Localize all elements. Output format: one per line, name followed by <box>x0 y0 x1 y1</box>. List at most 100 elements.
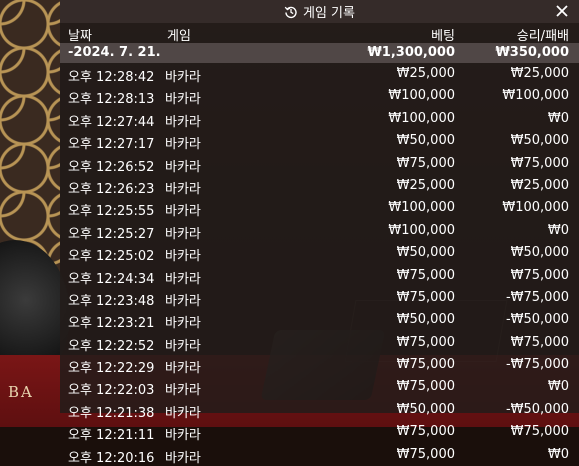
row-time: 오후 12:22:03 <box>68 383 155 399</box>
row-game: 바카라 <box>165 450 201 466</box>
table-header: 날짜 게임 베팅 승리/패배 <box>60 23 579 44</box>
date-group-label: -2024. 7. 21. <box>68 45 161 60</box>
panel-title-group: 게임 기록 <box>60 0 579 23</box>
row-time: 오후 12:27:17 <box>68 137 155 153</box>
row-time: 오후 12:21:38 <box>68 405 155 421</box>
row-game: 바카라 <box>165 428 201 444</box>
row-bet: ₩75,000 <box>396 379 455 395</box>
row-bet: ₩75,000 <box>396 155 455 171</box>
row-time: 오후 12:28:42 <box>68 70 155 85</box>
row-result: -₩75,000 <box>505 357 569 373</box>
row-game: 바카라 <box>165 204 201 220</box>
column-header-bet: 베팅 <box>431 29 455 44</box>
history-icon <box>284 5 298 19</box>
date-group-total-bet: ₩1,300,000 <box>367 45 455 60</box>
row-bet: ₩75,000 <box>396 334 455 350</box>
row-time: 오후 12:21:11 <box>68 428 155 444</box>
date-group-row[interactable]: -2024. 7. 21. ₩1,300,000 ₩350,000 <box>60 43 579 63</box>
row-game: 바카라 <box>165 271 201 287</box>
column-header-result: 승리/패배 <box>516 29 569 44</box>
history-row[interactable]: 오후 12:26:52 바카라 ₩75,000 ₩75,000 <box>60 153 579 175</box>
row-game: 바카라 <box>165 226 201 242</box>
row-bet: ₩50,000 <box>396 401 455 417</box>
row-game: 바카라 <box>165 92 201 108</box>
close-button[interactable] <box>553 2 571 20</box>
row-bet: ₩75,000 <box>396 289 455 305</box>
history-row[interactable]: 오후 12:25:55 바카라 ₩100,000 ₩100,000 <box>60 197 579 219</box>
row-time: 오후 12:26:52 <box>68 159 155 175</box>
row-result: ₩50,000 <box>510 245 569 261</box>
row-time: 오후 12:20:16 <box>68 450 155 466</box>
row-time: 오후 12:27:44 <box>68 114 155 130</box>
row-game: 바카라 <box>165 316 201 332</box>
panel-titlebar: 게임 기록 <box>60 0 579 23</box>
row-bet: ₩100,000 <box>388 110 455 126</box>
row-game: 바카라 <box>165 338 201 354</box>
row-time: 오후 12:25:02 <box>68 249 155 265</box>
row-time: 오후 12:25:27 <box>68 226 155 242</box>
row-time: 오후 12:25:55 <box>68 204 155 220</box>
date-group-total-result: ₩350,000 <box>495 45 569 60</box>
close-icon <box>556 5 568 17</box>
row-result: ₩0 <box>547 222 569 238</box>
row-result: ₩0 <box>547 110 569 126</box>
history-row[interactable]: 오후 12:22:52 바카라 ₩75,000 ₩75,000 <box>60 332 579 354</box>
row-game: 바카라 <box>165 70 201 85</box>
row-bet: ₩25,000 <box>396 66 455 81</box>
row-bet: ₩75,000 <box>396 267 455 283</box>
row-bet: ₩100,000 <box>388 222 455 238</box>
row-time: 오후 12:22:29 <box>68 361 155 377</box>
row-result: ₩50,000 <box>510 133 569 149</box>
row-game: 바카라 <box>165 159 201 175</box>
row-game: 바카라 <box>165 383 201 399</box>
row-result: -₩50,000 <box>505 401 569 417</box>
row-bet: ₩75,000 <box>396 357 455 373</box>
row-game: 바카라 <box>165 137 201 153</box>
history-row[interactable]: 오후 12:24:34 바카라 ₩75,000 ₩75,000 <box>60 265 579 287</box>
row-result: ₩100,000 <box>502 88 569 104</box>
row-time: 오후 12:22:52 <box>68 338 155 354</box>
row-result: ₩0 <box>547 446 569 462</box>
row-time: 오후 12:26:23 <box>68 181 155 197</box>
row-result: ₩100,000 <box>502 200 569 216</box>
row-time: 오후 12:28:13 <box>68 92 155 108</box>
history-row[interactable]: 오후 12:21:38 바카라 ₩50,000 -₩50,000 <box>60 399 579 421</box>
column-header-date: 날짜 <box>68 29 92 44</box>
row-result: ₩75,000 <box>510 334 569 350</box>
row-game: 바카라 <box>165 114 201 130</box>
column-header-game: 게임 <box>167 29 191 44</box>
row-time: 오후 12:24:34 <box>68 271 155 287</box>
row-bet: ₩100,000 <box>388 88 455 104</box>
history-row[interactable]: 오후 12:28:42 바카라 ₩25,000 ₩25,000 <box>60 63 579 85</box>
row-bet: ₩50,000 <box>396 133 455 149</box>
history-row[interactable]: 오후 12:22:03 바카라 ₩75,000 ₩0 <box>60 376 579 398</box>
history-row[interactable]: 오후 12:21:11 바카라 ₩75,000 ₩75,000 <box>60 421 579 443</box>
row-result: ₩25,000 <box>510 66 569 81</box>
row-bet: ₩75,000 <box>396 446 455 462</box>
row-time: 오후 12:23:21 <box>68 316 155 332</box>
row-result: ₩25,000 <box>510 177 569 193</box>
history-row[interactable]: 오후 12:23:21 바카라 ₩50,000 -₩50,000 <box>60 309 579 331</box>
row-bet: ₩50,000 <box>396 312 455 328</box>
game-history-panel: 게임 기록 날짜 게임 베팅 승리/패배 -2024. 7. 21. ₩1,30… <box>60 0 579 466</box>
row-time: 오후 12:23:48 <box>68 293 155 309</box>
history-row[interactable]: 오후 12:20:16 바카라 ₩75,000 ₩0 <box>60 444 579 466</box>
history-row[interactable]: 오후 12:23:48 바카라 ₩75,000 -₩75,000 <box>60 287 579 309</box>
row-game: 바카라 <box>165 361 201 377</box>
row-result: -₩75,000 <box>505 289 569 305</box>
row-result: ₩0 <box>547 379 569 395</box>
row-result: -₩50,000 <box>505 312 569 328</box>
history-row[interactable]: 오후 12:28:13 바카라 ₩100,000 ₩100,000 <box>60 85 579 107</box>
history-row[interactable]: 오후 12:25:02 바카라 ₩50,000 ₩50,000 <box>60 242 579 264</box>
history-row[interactable]: 오후 12:26:23 바카라 ₩25,000 ₩25,000 <box>60 175 579 197</box>
history-row[interactable]: 오후 12:22:29 바카라 ₩75,000 -₩75,000 <box>60 354 579 376</box>
row-bet: ₩25,000 <box>396 177 455 193</box>
history-list[interactable]: 오후 12:28:42 바카라 ₩25,000 ₩25,000 오후 12:28:13 바… <box>60 63 579 466</box>
history-row[interactable]: 오후 12:25:27 바카라 ₩100,000 ₩0 <box>60 220 579 242</box>
history-row[interactable]: 오후 12:27:44 바카라 ₩100,000 ₩0 <box>60 108 579 130</box>
row-game: 바카라 <box>165 293 201 309</box>
row-bet: ₩100,000 <box>388 200 455 216</box>
history-row[interactable]: 오후 12:27:17 바카라 ₩50,000 ₩50,000 <box>60 130 579 152</box>
row-game: 바카라 <box>165 181 201 197</box>
panel-title: 게임 기록 <box>303 6 355 21</box>
